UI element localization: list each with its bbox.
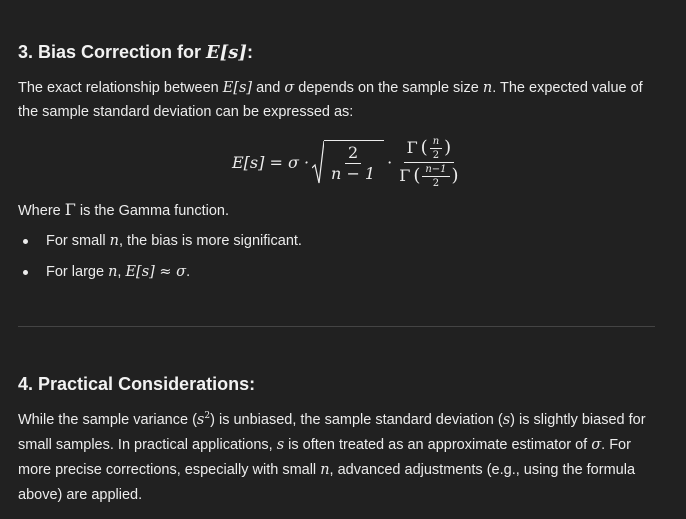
section-3-heading: 3. Bias Correction for E[s]:: [18, 42, 253, 63]
gamma-ratio: Γ ( n 2 ) Γ ( n−1 2 ): [399, 135, 459, 189]
bullet-icon: [23, 239, 28, 244]
math-inline: Γ: [64, 200, 76, 219]
section-3-intro: The exact relationship between E[s] and …: [18, 80, 643, 120]
sqrt-sign-icon: [312, 140, 325, 184]
section-divider: [18, 326, 655, 327]
formula-lhs: E[s] = σ ·: [232, 152, 310, 172]
math-inline: E[s]: [206, 42, 247, 63]
bullet-icon: [23, 270, 28, 275]
section-4-heading: 4. Practical Considerations:: [18, 374, 256, 394]
sqrt-fraction: 2 n − 1: [331, 143, 376, 183]
gamma-note: Where Γ is the Gamma function.: [18, 200, 229, 219]
bias-formula: E[s] = σ · 2 n − 1 · Γ ( n 2 ) Γ (n−1 2…: [232, 134, 464, 190]
math-inline: E[s]: [222, 80, 253, 96]
math-inline: n: [482, 80, 493, 96]
sqrt-term: 2 n − 1: [312, 140, 385, 184]
bias-bullet-list: For small n, the bias is more significan…: [18, 231, 302, 293]
math-inline: σ: [284, 80, 295, 96]
section-4-body: While the sample variance (s2) is unbias…: [18, 411, 646, 503]
list-item: For large n, E[s] ≈ σ.: [18, 262, 302, 282]
list-item: For small n, the bias is more significan…: [18, 231, 302, 251]
